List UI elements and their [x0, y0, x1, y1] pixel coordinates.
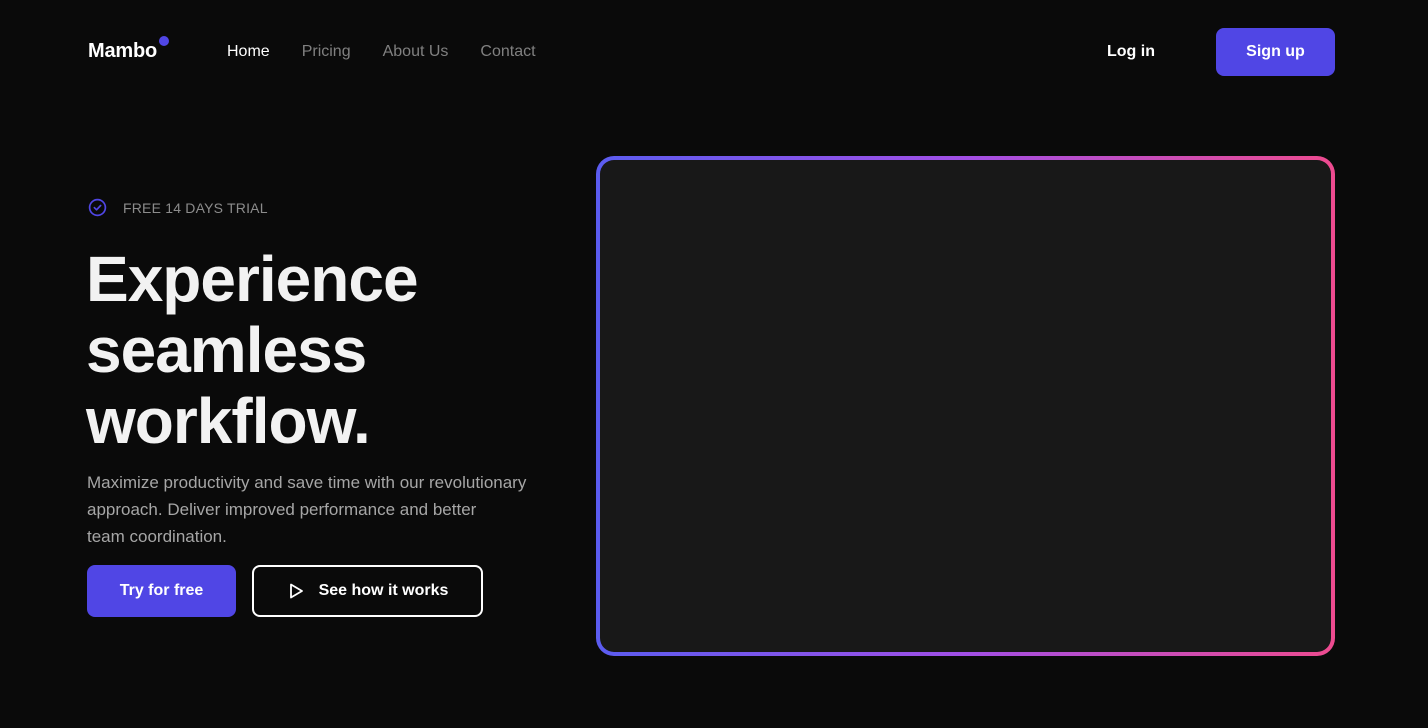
nav-item-about-us[interactable]: About Us — [383, 42, 449, 62]
nav-item-contact[interactable]: Contact — [480, 42, 535, 62]
landing-page: Mambo Home Pricing About Us Contact Log … — [0, 0, 1428, 728]
login-link[interactable]: Log in — [1107, 42, 1155, 62]
logo-dot-icon — [159, 36, 170, 46]
try-for-free-button[interactable]: Try for free — [87, 565, 236, 617]
see-how-it-works-label: See how it works — [318, 582, 449, 599]
description-line: approach. Deliver improved performance a… — [87, 500, 477, 519]
see-how-it-works-button[interactable]: See how it works — [252, 565, 483, 617]
main-nav: Home Pricing About Us Contact — [227, 42, 536, 62]
signup-button[interactable]: Sign up — [1216, 28, 1335, 76]
check-circle-icon — [88, 198, 107, 217]
brand-name: Mambo — [88, 40, 158, 62]
hero-media-placeholder — [600, 160, 1331, 652]
description-line: Maximize productivity and save time with… — [87, 473, 527, 492]
description-line: team coordination. — [87, 527, 227, 546]
trial-badge: FREE 14 DAYS TRIAL — [88, 198, 268, 217]
hero-media-frame — [596, 156, 1335, 656]
headline-line: workflow. — [86, 385, 371, 457]
nav-item-pricing[interactable]: Pricing — [302, 42, 351, 62]
trial-badge-text: FREE 14 DAYS TRIAL — [123, 199, 268, 216]
nav-item-home[interactable]: Home — [227, 42, 270, 62]
headline-line: Experience — [86, 243, 419, 315]
headline-line: seamless — [86, 314, 367, 386]
hero-headline: Experience seamless workflow. — [86, 244, 566, 457]
brand-logo[interactable]: Mambo — [88, 36, 170, 63]
play-icon — [289, 583, 303, 599]
hero-description: Maximize productivity and save time with… — [87, 469, 567, 550]
